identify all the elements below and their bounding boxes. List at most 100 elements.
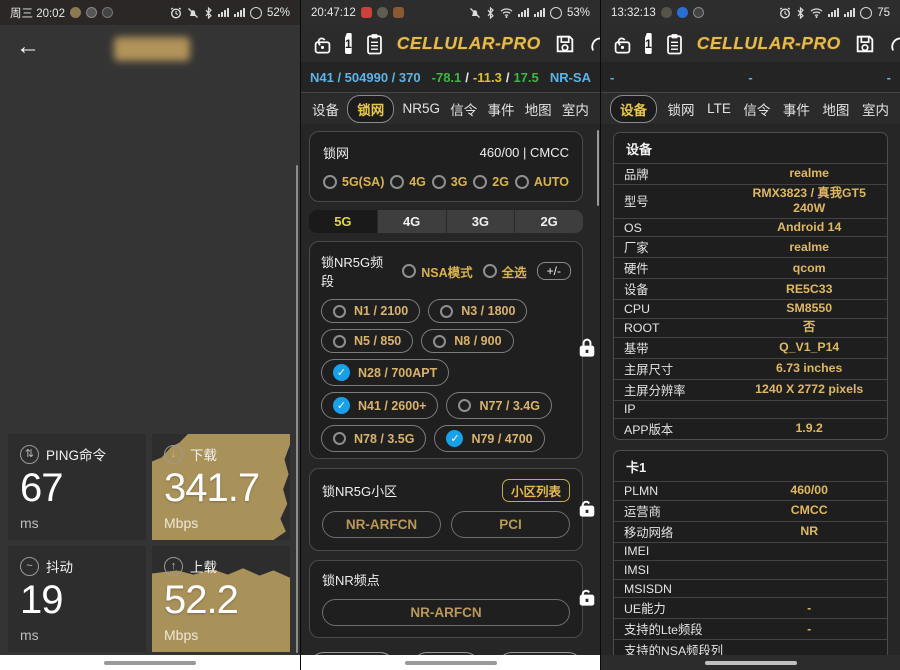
speedometer-icon[interactable] [589,33,600,55]
segment-4G[interactable]: 4G [378,210,447,233]
log-clipboard-icon[interactable] [665,32,684,56]
radio-icon [390,175,404,189]
tab-室内[interactable]: 室内 [860,96,891,122]
radio-icon [333,305,346,318]
metric-value: 67 [20,466,134,511]
network-mode-options: 5G(SA) 4G 3G 2G AUTO [323,175,569,189]
save-icon[interactable] [554,33,576,55]
row-value: RE5C33 [731,282,887,297]
speedtest-panel: 周三 20:02 52% ← ⇅PING命令67ms↓下载341.7Mbps~抖… [0,0,300,670]
tab-地图[interactable]: 地图 [523,96,554,122]
band-pill-N79[interactable]: ✓N79 / 4700 [434,425,544,452]
unlock-icon[interactable] [313,32,332,56]
tab-地图[interactable]: 地图 [820,96,851,122]
band-pill-N1[interactable]: N1 / 2100 [321,299,420,323]
nr-arfcn-input-button[interactable]: NR-ARFCN [322,511,441,538]
band-pill-list: N1 / 2100N3 / 1800N5 / 850N8 / 900✓N28 /… [321,299,571,452]
network-option-4G[interactable]: 4G [390,175,426,189]
row-label: 设备 [614,280,731,298]
radio-icon [402,264,416,278]
tab-信令[interactable]: 信令 [448,96,479,122]
row-label: MSISDN [614,582,731,596]
scrollbar[interactable] [296,165,298,653]
back-button[interactable]: ← [16,35,40,59]
segment-2G[interactable]: 2G [515,210,583,233]
nav-handle[interactable] [405,661,497,665]
status-time: 周三 20:02 [10,5,65,21]
row-label: 型号 [614,192,731,210]
network-option-2G[interactable]: 2G [473,175,509,189]
plus-minus-button[interactable]: +/- [537,262,571,280]
tab-信令[interactable]: 信令 [741,96,772,122]
table-row: UE能力- [614,597,887,618]
pci-input-button[interactable]: PCI [451,511,570,538]
network-option-5G(SA)[interactable]: 5G(SA) [323,175,384,189]
select-all-radio[interactable]: 全选 [483,262,527,281]
scrollbar[interactable] [597,130,599,206]
sim1-icon[interactable]: 1 [345,33,352,54]
serving-cell-bar: N41 / 504990 / 370 -78.1/-11.3/17.5 NR-S… [301,62,600,93]
band-pill-N5[interactable]: N5 / 850 [321,329,413,353]
table-title: 卡1 [614,451,887,481]
sim1-icon[interactable]: 1 [645,33,652,54]
table-row: 支持的Lte频段- [614,618,887,639]
status-time: 20:47:12 [311,7,356,19]
tab-事件[interactable]: 事件 [485,96,516,122]
band-pill-N77[interactable]: N77 / 3.4G [446,392,551,419]
checked-icon: ✓ [446,430,463,447]
row-label: 厂家 [614,238,731,256]
cellular-pro-lock-panel: 20:47:12 53% 1 CELLULAR-PRO [300,0,600,670]
notification-app-icon [693,7,704,18]
speedometer-icon[interactable] [889,33,900,55]
segment-5G[interactable]: 5G [309,210,378,233]
lock-network-card: 锁网 460/00 | CMCC 5G(SA)4G3G2GAUTO [309,131,583,202]
tab-LTE[interactable]: LTE [705,98,733,119]
gesture-nav-bar [0,655,300,670]
band-pill-N78[interactable]: N78 / 3.5G [321,425,426,452]
table-row: OSAndroid 14 [614,218,887,237]
nav-handle[interactable] [104,661,196,665]
tab-事件[interactable]: 事件 [781,96,812,122]
bell-muted-icon [469,7,481,19]
band-pill-N28[interactable]: ✓N28 / 700APT [321,359,449,386]
network-option-3G[interactable]: 3G [432,175,468,189]
row-label: IMSI [614,563,731,577]
nav-handle[interactable] [705,661,797,665]
nsa-mode-radio[interactable]: NSA模式 [402,262,472,281]
unlock-icon[interactable] [613,32,632,56]
lock-open-icon [577,495,597,525]
log-clipboard-icon[interactable] [365,32,384,56]
band-pill-N41[interactable]: ✓N41 / 2600+ [321,392,438,419]
row-label: UE能力 [614,599,731,617]
band-pill-N3[interactable]: N3 / 1800 [428,299,527,323]
table-title: 设备 [614,133,887,163]
tab-bar: 设备锁网 LTE 信令事件地图室内 [601,93,900,124]
tab-锁网[interactable]: 锁网 [347,95,394,123]
cell-list-button[interactable]: 小区列表 [502,479,570,502]
row-label: 支持的Lte频段 [614,620,731,638]
save-icon[interactable] [854,33,876,55]
radio-icon [440,305,453,318]
nr-arfcn-input-button[interactable]: NR-ARFCN [322,599,570,626]
band-label: N28 / 700APT [358,366,437,380]
table-row: 型号RMX3823 / 真我GT5 240W [614,184,887,218]
signal-icon [534,8,545,17]
row-label: 移动网络 [614,523,731,541]
row-value: NR [731,524,887,539]
band-pill-N8[interactable]: N8 / 900 [421,329,513,353]
table-row: 运营商CMCC [614,500,887,521]
tab-锁网[interactable]: 锁网 [666,96,697,122]
tab-室内[interactable]: 室内 [560,96,591,122]
bluetooth-icon [204,7,213,19]
tab-设备[interactable]: 设备 [310,96,341,122]
row-label: IMEI [614,544,731,558]
table-row: IP [614,400,887,419]
nr5g-band-card: 锁NR5G频段 NSA模式 全选 +/- N1 / 2100N3 / 1800N… [309,241,583,459]
tab-bar: 设备锁网 NR5G 信令事件地图室内 [301,93,600,124]
tab-设备[interactable]: 设备 [610,95,657,123]
segment-3G[interactable]: 3G [447,210,516,233]
table-row: CPUSM8550 [614,299,887,318]
table-row: 支持的NSA频段列表- [614,639,887,655]
tab-NR5G[interactable]: NR5G [400,98,442,119]
network-option-AUTO[interactable]: AUTO [515,175,569,189]
